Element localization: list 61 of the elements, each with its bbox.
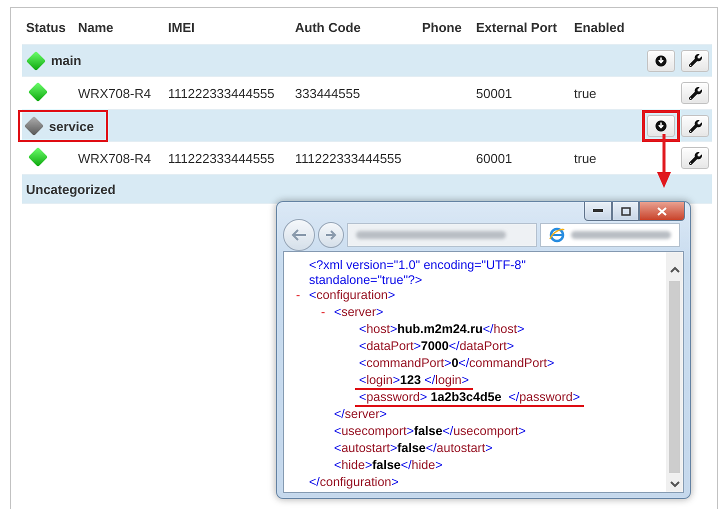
column-header: Name [77,20,114,34]
table-cell-text: 333444555 [294,86,362,100]
wrench-icon [688,152,702,164]
xml-line: </configuration> [308,475,400,491]
xml-line: <usecomport>false</usecomport> [333,424,527,440]
back-button[interactable] [283,219,315,251]
xml-line: <autostart>false</autostart> [333,441,494,457]
close-icon [657,206,667,216]
column-header: Status [25,20,67,34]
table-cell-text: WRX708-R4 [77,150,152,166]
download-button[interactable] [647,115,675,137]
wrench-icon [688,120,702,132]
close-button[interactable] [639,202,685,221]
table-cell-text: 60001 [475,150,514,166]
column-header: External Port [475,20,558,34]
table-cell-text: 111222333444555 [167,150,276,166]
table-cell-text: true [573,86,598,100]
settings-button[interactable] [681,82,709,104]
xml-line: <configuration> [308,288,396,304]
forward-arrow-icon [325,230,337,240]
xml-line: <login>123 </login> [355,373,473,390]
settings-button[interactable] [681,115,709,137]
column-header: IMEI [167,20,196,34]
xml-line: </server> [333,407,388,423]
scrollbar[interactable] [666,252,683,492]
wrench-icon [688,54,702,67]
column-header: Auth Code [294,20,362,34]
maximize-icon [620,206,630,216]
scroll-down-icon [670,481,680,488]
xml-line: <host>hub.m2m24.ru</host> [358,322,526,338]
back-arrow-icon [291,228,307,242]
group-label: Uncategorized [25,182,117,196]
wrench-icon [688,86,702,100]
settings-button[interactable] [681,50,709,72]
scroll-up-icon [670,266,680,273]
minimize-icon [593,209,603,213]
maximize-button[interactable] [612,202,639,221]
download-button[interactable] [647,50,675,72]
xml-line: <server> [333,305,384,321]
xml-line: <hide>false</hide> [333,458,444,474]
collapse-toggle[interactable]: - [321,305,334,322]
download-icon [655,120,667,132]
collapse-toggle[interactable]: - [296,288,309,305]
table-cell-text: 111222333444555 [294,150,403,166]
table-cell-text: 111222333444555 [167,86,276,100]
table-cell-text: WRX708-R4 [77,86,152,100]
group-label: service [49,118,94,134]
minimize-button[interactable] [584,202,612,221]
xml-declaration: <?xml version="1.0" encoding="UTF-8" standalone="true"?> [309,258,527,288]
table-cell-text: 50001 [475,86,514,100]
column-header: Phone [421,20,463,34]
browser-logo-icon [549,227,565,243]
xml-line: <password> 1a2b3c4d5e </password> [355,390,584,407]
group-label: main [51,53,82,68]
table-cell-text: true [573,150,598,166]
forward-button[interactable] [318,222,344,248]
xml-line: <commandPort>0</commandPort> [358,356,556,372]
settings-button[interactable] [681,147,709,169]
column-header: Enabled [573,20,626,34]
xml-line: <dataPort>7000</dataPort> [358,339,516,355]
download-icon [655,54,667,66]
